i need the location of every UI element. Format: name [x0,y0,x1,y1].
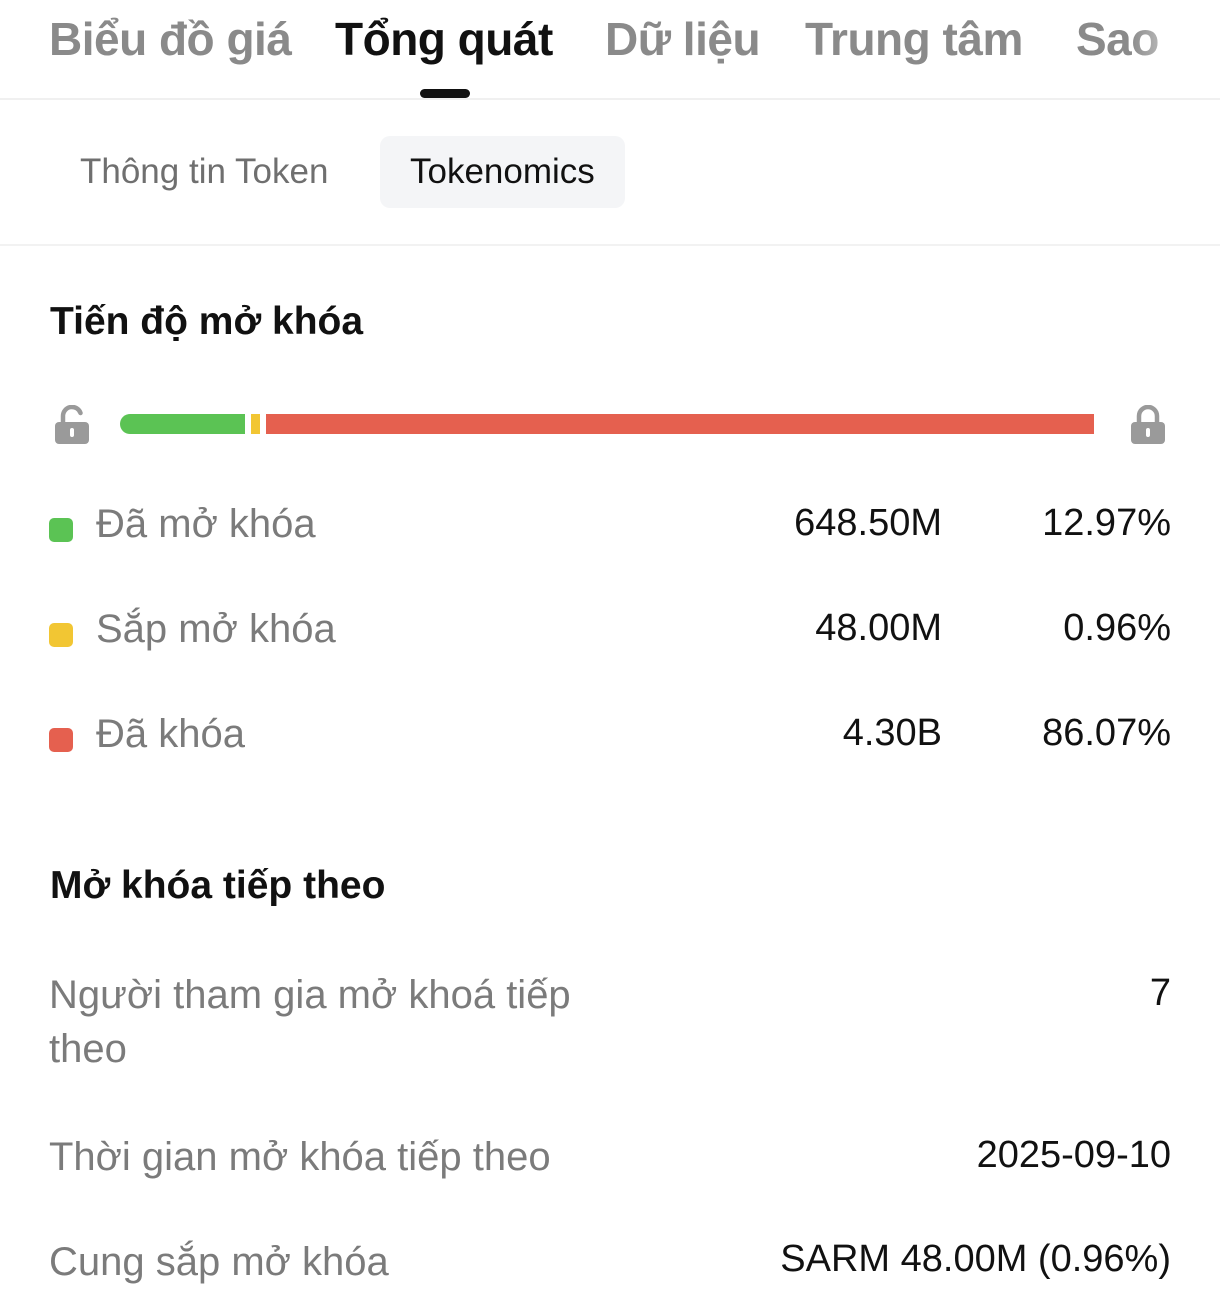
subtab-token-info[interactable]: Thông tin Token [80,136,328,208]
next-unlock-participants-value: 7 [1149,972,1171,1014]
subtab-tokenomics[interactable]: Tokenomics [380,136,625,208]
unlock-progress-title: Tiến độ mở khóa [50,300,364,343]
next-unlock-participants-label: Người tham gia mở khoá tiếp theo [49,973,571,1071]
legend-row-unlocked: Đã mở khóa 648.50M 12.97% [0,502,1220,562]
legend-row-upcoming: Sắp mở khóa 48.00M 0.96% [0,607,1220,667]
tab-data[interactable]: Dữ liệu [605,12,761,66]
tab-center[interactable]: Trung tâm [805,12,1023,66]
legend-dot-yellow [49,623,73,647]
legend-percent: 86.07% [1042,712,1171,754]
legend-amount: 48.00M [815,607,942,649]
legend-dot-green [49,518,73,542]
unlock-progress-bar [120,414,1094,434]
tab-overview[interactable]: Tổng quát [335,12,553,66]
top-tab-bar: Biểu đồ giá Tổng quát Dữ liệu Trung tâm … [0,0,1220,100]
sub-tab-bar: Thông tin Token Tokenomics [0,102,1220,246]
legend-label: Đã mở khóa [96,502,316,546]
next-unlock-time-value: 2025-09-10 [976,1134,1171,1176]
legend-percent: 12.97% [1042,502,1171,544]
next-unlock-title: Mở khóa tiếp theo [50,864,386,907]
upcoming-segment [250,414,260,434]
next-unlock-time-label: Thời gian mở khóa tiếp theo [49,1135,551,1179]
unlocked-segment [120,414,245,434]
legend-amount: 648.50M [794,502,942,544]
upcoming-supply-label: Cung sắp mở khóa [49,1240,389,1284]
legend-amount: 4.30B [842,712,942,754]
upcoming-supply-value: SARM 48.00M (0.96%) [780,1238,1171,1280]
tab-price-chart[interactable]: Biểu đồ giá [49,12,292,66]
legend-dot-red [49,728,73,752]
tab-sao[interactable]: Sao [1076,12,1159,66]
unlock-icon [54,404,90,445]
legend-label: Đã khóa [96,712,245,756]
legend-percent: 0.96% [1063,607,1171,649]
legend-label: Sắp mở khóa [96,607,336,651]
locked-segment [266,414,1094,434]
active-tab-indicator [420,89,470,98]
legend-row-locked: Đã khóa 4.30B 86.07% [0,712,1220,772]
lock-icon [1130,404,1166,445]
tokenomics-page: Biểu đồ giá Tổng quát Dữ liệu Trung tâm … [0,0,1220,1311]
